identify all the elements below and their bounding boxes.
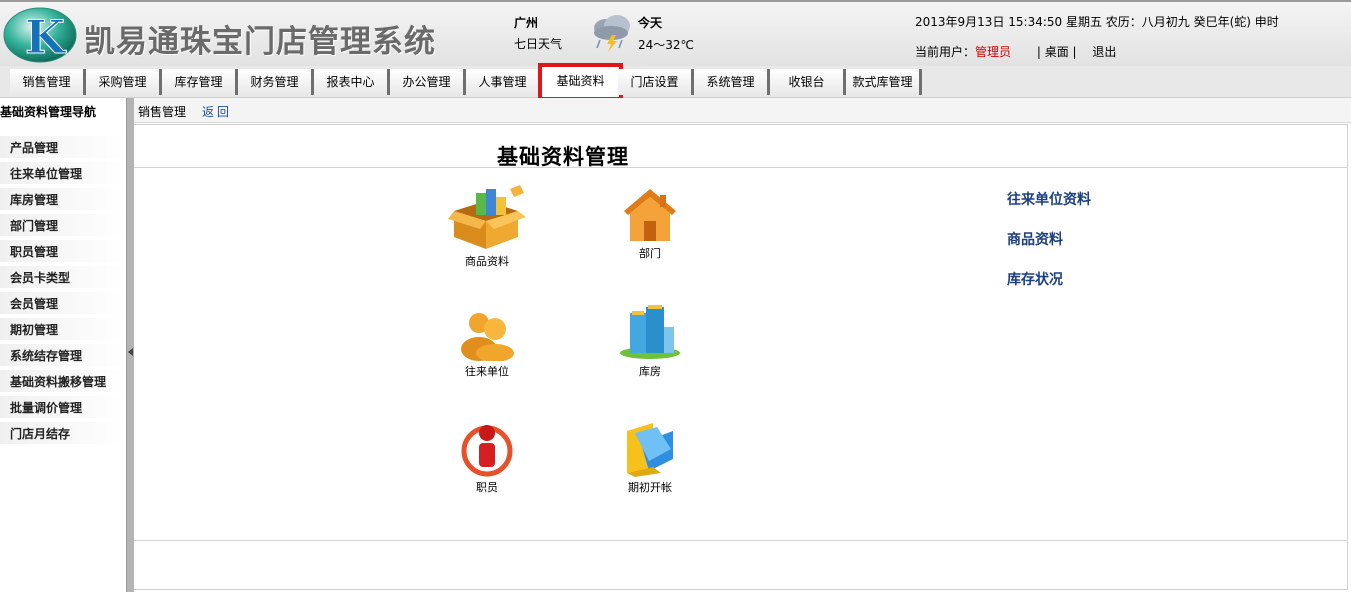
nav-tab-style-library[interactable]: 款式库管理: [846, 69, 922, 95]
svg-text:K: K: [25, 10, 67, 64]
product-box-icon: [448, 185, 526, 249]
tile-products[interactable]: 商品资料: [439, 185, 535, 269]
desktop-link[interactable]: | 桌面 |: [1037, 45, 1077, 59]
weather-city: 广州: [514, 16, 539, 30]
current-user-line: 当前用户：管理员 | 桌面 | 退出: [915, 43, 1116, 60]
tile-label-products: 商品资料: [465, 255, 509, 268]
nav-tab-reports[interactable]: 报表中心: [314, 69, 390, 95]
quick-link-products[interactable]: 商品资料: [1007, 229, 1063, 249]
tile-label-warehouses: 库房: [639, 365, 661, 378]
weather-today-label: 今天: [638, 16, 663, 30]
quick-link-stock-status[interactable]: 库存状况: [1007, 269, 1063, 289]
sidebar-item-opening[interactable]: 期初管理: [0, 318, 126, 342]
nav-tab-store-settings[interactable]: 门店设置: [618, 69, 694, 95]
sidebar-item-system-balance[interactable]: 系统结存管理: [0, 344, 126, 368]
nav-tab-basic-data[interactable]: 基础资料: [538, 63, 623, 101]
breadcrumb: 销售管理 返回: [134, 98, 1351, 123]
sidebar-item-batch-pricing[interactable]: 批量调价管理: [0, 396, 126, 420]
back-link[interactable]: 返回: [202, 103, 232, 120]
logo-icon: K: [3, 7, 77, 64]
sidebar-item-member-card-types[interactable]: 会员卡类型: [0, 266, 126, 290]
person-icon: [461, 425, 513, 477]
header: K 凯易通珠宝门店管理系统 广州 七日天气 今天 24～32℃ 2013年9月1…: [0, 0, 1351, 66]
sidebar-item-members[interactable]: 会员管理: [0, 292, 126, 316]
tile-partners[interactable]: 往来单位: [439, 309, 535, 379]
folder-icon: [627, 423, 673, 477]
weather-temperature: 24～32℃: [638, 38, 695, 52]
nav-tab-system[interactable]: 系统管理: [694, 69, 770, 95]
sidebar-title: 基础资料管理导航: [0, 105, 97, 119]
date-time: 2013年9月13日 15:34:50 星期五 农历：八月初九 癸巳年(蛇) 申…: [915, 15, 1279, 29]
tile-staff[interactable]: 职员: [439, 421, 535, 495]
title-divider: [134, 167, 1348, 168]
sidebar-item-data-migration[interactable]: 基础资料搬移管理: [0, 370, 126, 394]
tile-warehouses[interactable]: 库房: [602, 305, 698, 379]
app-title: 凯易通珠宝门店管理系统: [84, 24, 436, 60]
tile-label-partners: 往来单位: [465, 365, 509, 378]
sidebar-item-staff[interactable]: 职员管理: [0, 240, 126, 264]
tile-label-staff: 职员: [476, 481, 498, 494]
current-user-label: 当前用户：: [915, 45, 976, 59]
collapse-arrow-icon[interactable]: [128, 348, 133, 356]
nav-tab-office[interactable]: 办公管理: [390, 69, 466, 95]
quick-link-partners[interactable]: 往来单位资料: [1007, 189, 1091, 209]
tile-label-opening-accounts: 期初开帐: [628, 481, 672, 494]
breadcrumb-current: 销售管理: [138, 105, 187, 119]
nav-tab-purchase[interactable]: 采购管理: [86, 69, 162, 95]
current-user-name: 管理员: [975, 45, 1012, 59]
house-icon: [624, 189, 676, 241]
people-icon: [461, 313, 514, 361]
sidebar-item-monthly-balance[interactable]: 门店月结存: [0, 422, 126, 446]
main-content: 基础资料管理 商品资料 部门 往来单位 库房 职员 期初开帐 往来单位资料 商品…: [134, 124, 1348, 590]
tile-opening-accounts[interactable]: 期初开帐: [602, 421, 698, 495]
nav-tab-cashier[interactable]: 收银台: [770, 69, 846, 95]
thunderstorm-icon: [594, 15, 630, 52]
tile-label-departments: 部门: [639, 247, 661, 260]
nav-tab-finance[interactable]: 财务管理: [238, 69, 314, 95]
sidebar-item-products[interactable]: 产品管理: [0, 136, 126, 160]
main-nav: 销售管理 采购管理 库存管理 财务管理 报表中心 办公管理 人事管理 基础资料 …: [0, 63, 1351, 101]
logout-link[interactable]: 退出: [1092, 45, 1116, 59]
building-icon: [620, 305, 680, 359]
sidebar-item-partners[interactable]: 往来单位管理: [0, 162, 126, 186]
nav-tab-inventory[interactable]: 库存管理: [162, 69, 238, 95]
sidebar-item-departments[interactable]: 部门管理: [0, 214, 126, 238]
tile-departments[interactable]: 部门: [602, 187, 698, 261]
nav-tab-hr[interactable]: 人事管理: [466, 69, 542, 95]
sidebar-item-warehouses[interactable]: 库房管理: [0, 188, 126, 212]
sidebar-splitter[interactable]: [126, 98, 134, 592]
nav-tab-sales[interactable]: 销售管理: [10, 69, 86, 95]
bottom-divider: [134, 540, 1348, 541]
seven-day-weather-link[interactable]: 七日天气: [514, 35, 562, 52]
